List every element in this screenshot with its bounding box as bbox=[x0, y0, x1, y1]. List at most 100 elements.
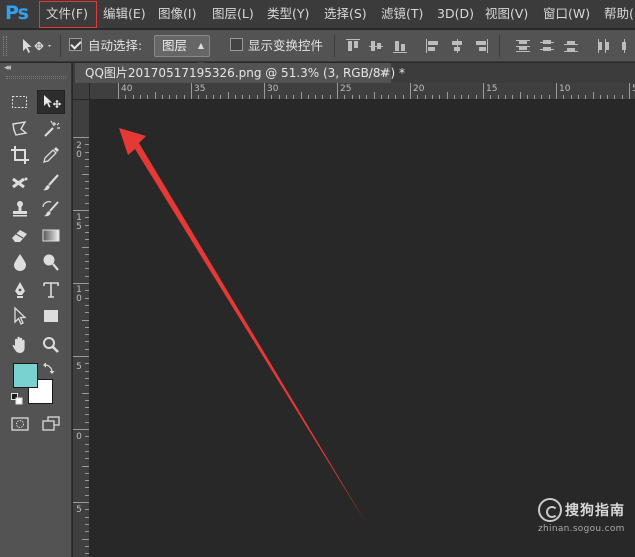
ruler-tick bbox=[82, 246, 89, 248]
ruler-tick bbox=[212, 95, 214, 99]
options-separator bbox=[499, 35, 500, 57]
ruler-tick bbox=[85, 334, 89, 336]
ruler-tick bbox=[271, 95, 273, 99]
close-tab-icon[interactable]: × bbox=[379, 63, 391, 83]
distribute-top-edges-icon[interactable] bbox=[516, 39, 530, 53]
rectangle-tool[interactable] bbox=[37, 304, 65, 328]
ruler-tick bbox=[154, 92, 156, 99]
eraser-tool[interactable] bbox=[6, 223, 34, 247]
align-bottom-edges-icon[interactable] bbox=[393, 39, 407, 53]
menu-image[interactable]: 图像(I) bbox=[158, 0, 196, 28]
spot-healing-brush-tool[interactable] bbox=[6, 171, 34, 195]
rectangular-marquee-tool[interactable] bbox=[6, 90, 34, 114]
align-vertical-centers-icon[interactable] bbox=[369, 39, 383, 53]
hand-tool[interactable] bbox=[6, 333, 34, 357]
history-brush-tool[interactable] bbox=[37, 197, 65, 221]
align-left-edges-icon[interactable] bbox=[426, 39, 440, 53]
ruler-tick bbox=[220, 95, 222, 99]
horizontal-type-tool[interactable] bbox=[37, 278, 65, 302]
move-tool[interactable] bbox=[37, 90, 65, 114]
align-right-edges-icon[interactable] bbox=[474, 39, 488, 53]
distribute-bottom-edges-icon[interactable] bbox=[564, 39, 578, 53]
crop-tool[interactable] bbox=[6, 143, 34, 167]
align-top-edges-icon[interactable] bbox=[346, 39, 360, 53]
magic-wand-tool[interactable] bbox=[37, 117, 65, 141]
horizontal-ruler[interactable]: 40 35 30 25 20 15 10 5 bbox=[90, 83, 635, 100]
ruler-tick bbox=[85, 385, 89, 387]
menu-type[interactable]: 类型(Y) bbox=[267, 0, 309, 28]
document-canvas[interactable] bbox=[90, 100, 635, 557]
dodge-icon bbox=[43, 254, 59, 271]
quick-mask-mode-button[interactable] bbox=[6, 412, 34, 436]
ruler-tick bbox=[431, 95, 433, 99]
panel-grip[interactable] bbox=[6, 76, 66, 79]
screen-mode-button[interactable] bbox=[37, 412, 65, 436]
distribute-horizontal-centers-icon[interactable] bbox=[621, 39, 635, 53]
menu-select[interactable]: 选择(S) bbox=[324, 0, 367, 28]
foreground-color-swatch[interactable] bbox=[13, 363, 38, 388]
zoom-tool[interactable] bbox=[37, 333, 65, 357]
vertical-ruler[interactable]: 2 0 1 5 1 0 5 0 5 bbox=[73, 100, 90, 557]
ruler-tick bbox=[85, 217, 89, 219]
ruler-tick bbox=[322, 95, 324, 99]
auto-select-target-dropdown[interactable]: 图层▲▼ bbox=[154, 35, 210, 70]
menu-3d[interactable]: 3D(D) bbox=[437, 0, 474, 28]
ruler-origin[interactable] bbox=[73, 83, 90, 100]
ruler-label: 15 bbox=[486, 84, 498, 94]
blur-tool[interactable] bbox=[6, 250, 34, 274]
lasso-tool[interactable] bbox=[6, 117, 34, 141]
rectangular-marquee-icon bbox=[12, 96, 27, 108]
eyedropper-tool[interactable] bbox=[37, 143, 65, 167]
ruler-tick bbox=[125, 95, 127, 99]
show-transform-controls-checkbox[interactable] bbox=[230, 38, 243, 51]
menu-layer[interactable]: 图层(L) bbox=[212, 0, 254, 28]
ruler-tick bbox=[161, 95, 163, 99]
ruler-tick bbox=[85, 450, 89, 452]
ruler-tick bbox=[475, 95, 477, 99]
pen-icon bbox=[15, 282, 25, 298]
auto-select-checkbox[interactable] bbox=[69, 38, 82, 51]
ruler-tick bbox=[85, 516, 89, 518]
clone-stamp-tool[interactable] bbox=[6, 197, 34, 221]
crop-icon bbox=[11, 146, 29, 164]
move-tool-preset-icon[interactable] bbox=[20, 38, 54, 54]
ruler-tick bbox=[85, 304, 89, 306]
default-colors-icon[interactable] bbox=[11, 393, 23, 405]
gradient-tool[interactable] bbox=[37, 223, 65, 247]
ruler-tick bbox=[373, 92, 375, 99]
dodge-tool[interactable] bbox=[37, 250, 65, 274]
ruler-tick bbox=[85, 188, 89, 190]
path-selection-tool[interactable] bbox=[6, 304, 34, 328]
menu-view[interactable]: 视图(V) bbox=[485, 0, 528, 28]
ruler-tick bbox=[358, 95, 360, 99]
move-icon bbox=[44, 95, 61, 108]
ruler-tick bbox=[85, 421, 89, 423]
ruler-tick bbox=[534, 95, 536, 99]
ruler-label: 40 bbox=[121, 84, 133, 94]
distribute-left-edges-icon[interactable] bbox=[597, 39, 611, 53]
menu-filter[interactable]: 滤镜(T) bbox=[381, 0, 423, 28]
ruler-tick bbox=[132, 95, 134, 99]
ruler-label: 0 bbox=[76, 432, 82, 442]
swap-colors-icon[interactable] bbox=[42, 361, 56, 375]
brush-tool[interactable] bbox=[37, 171, 65, 195]
panel-collapse-icon[interactable]: ◂◂ bbox=[4, 63, 11, 73]
ruler-label: 1 0 bbox=[76, 285, 82, 304]
ruler-tick bbox=[85, 202, 89, 204]
ruler-tick bbox=[483, 83, 484, 99]
menu-edit[interactable]: 编辑(E) bbox=[103, 0, 146, 28]
align-horizontal-centers-icon[interactable] bbox=[450, 39, 464, 53]
ruler-tick bbox=[519, 92, 521, 99]
menu-window[interactable]: 窗口(W) bbox=[543, 0, 590, 28]
ruler-tick bbox=[85, 348, 89, 350]
gradient-icon bbox=[42, 229, 60, 242]
ruler-label: 5 bbox=[76, 362, 82, 372]
menu-help[interactable]: 帮助( bbox=[604, 0, 634, 28]
eyedropper-icon bbox=[43, 147, 59, 163]
pen-tool[interactable] bbox=[6, 278, 34, 302]
distribute-vertical-centers-icon[interactable] bbox=[540, 39, 554, 53]
ruler-tick bbox=[85, 523, 89, 525]
document-tab[interactable]: QQ图片20170517195326.png @ 51.3% (3, RGB/8… bbox=[75, 63, 405, 83]
ruler-tick bbox=[497, 95, 499, 99]
ruler-tick bbox=[85, 261, 89, 263]
